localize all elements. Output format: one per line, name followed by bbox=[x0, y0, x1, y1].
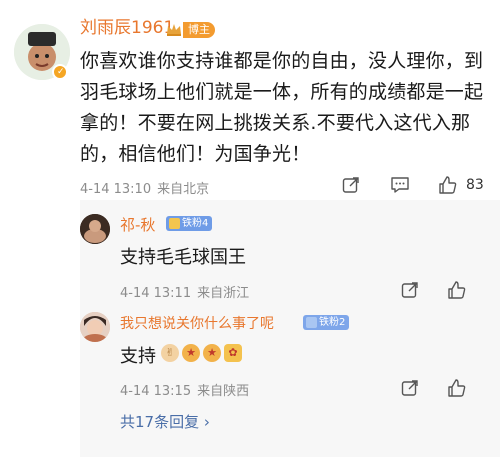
reply-avatar[interactable] bbox=[80, 312, 110, 342]
fan-badge-label: 铁粉2 bbox=[319, 317, 346, 328]
share-icon[interactable] bbox=[401, 281, 419, 299]
blogger-badge: 博主 bbox=[183, 22, 215, 38]
cheer-emoji-icon: ★ bbox=[182, 344, 200, 362]
fan-badge: 铁粉4 bbox=[166, 216, 213, 231]
comment-location: 来自北京 bbox=[157, 182, 210, 197]
praise-emoji-icon: ✿ bbox=[224, 344, 242, 362]
fan-badge: 铁粉2 bbox=[303, 315, 350, 330]
comment-icon[interactable] bbox=[390, 176, 410, 194]
crown-icon bbox=[166, 22, 182, 36]
avatar-image bbox=[80, 312, 110, 342]
comment-meta: 4-14 13:10 来自北京 bbox=[80, 178, 209, 197]
reply-location: 来自陕西 bbox=[197, 384, 250, 399]
comment-text: 你喜欢谁你支持谁都是你的自由，没人理你，到羽毛球场上他们就是一体，所有的成绩都是… bbox=[80, 50, 484, 165]
avatar-image bbox=[80, 214, 110, 244]
more-replies-link[interactable]: 共17条回复 › bbox=[120, 411, 210, 432]
verified-icon bbox=[52, 64, 68, 80]
reply-location: 来自浙江 bbox=[197, 286, 250, 301]
reply-time: 4-14 13:11 bbox=[120, 286, 192, 301]
reply-text: 支持毛毛球国王 bbox=[120, 247, 246, 268]
reply-meta: 4-14 13:11 来自浙江 bbox=[120, 282, 249, 301]
fan-badge-icon bbox=[169, 218, 180, 229]
share-icon[interactable] bbox=[401, 379, 419, 397]
fan-badge-label: 铁粉4 bbox=[182, 218, 209, 229]
reply-avatar[interactable] bbox=[80, 214, 110, 244]
cheer-emoji-icon: ★ bbox=[203, 344, 221, 362]
comment-time: 4-14 13:10 bbox=[80, 182, 152, 197]
reply-time: 4-14 13:15 bbox=[120, 384, 192, 399]
comment-author-name[interactable]: 刘雨辰1961 bbox=[80, 13, 174, 38]
like-count: 83 bbox=[466, 177, 484, 193]
like-icon[interactable] bbox=[447, 378, 467, 398]
reply-text: 支持 bbox=[120, 346, 156, 367]
reply-author-name[interactable]: 我只想说关你什么事了呢 bbox=[120, 313, 274, 333]
fan-badge-icon bbox=[306, 317, 317, 328]
reply-author-name[interactable]: 祁-秋 bbox=[120, 214, 155, 235]
like-icon[interactable] bbox=[438, 175, 458, 195]
reply-meta: 4-14 13:15 来自陕西 bbox=[120, 380, 249, 399]
hand-wave-emoji-icon: ✌ bbox=[161, 344, 179, 362]
share-icon[interactable] bbox=[342, 176, 360, 194]
like-icon[interactable] bbox=[447, 280, 467, 300]
